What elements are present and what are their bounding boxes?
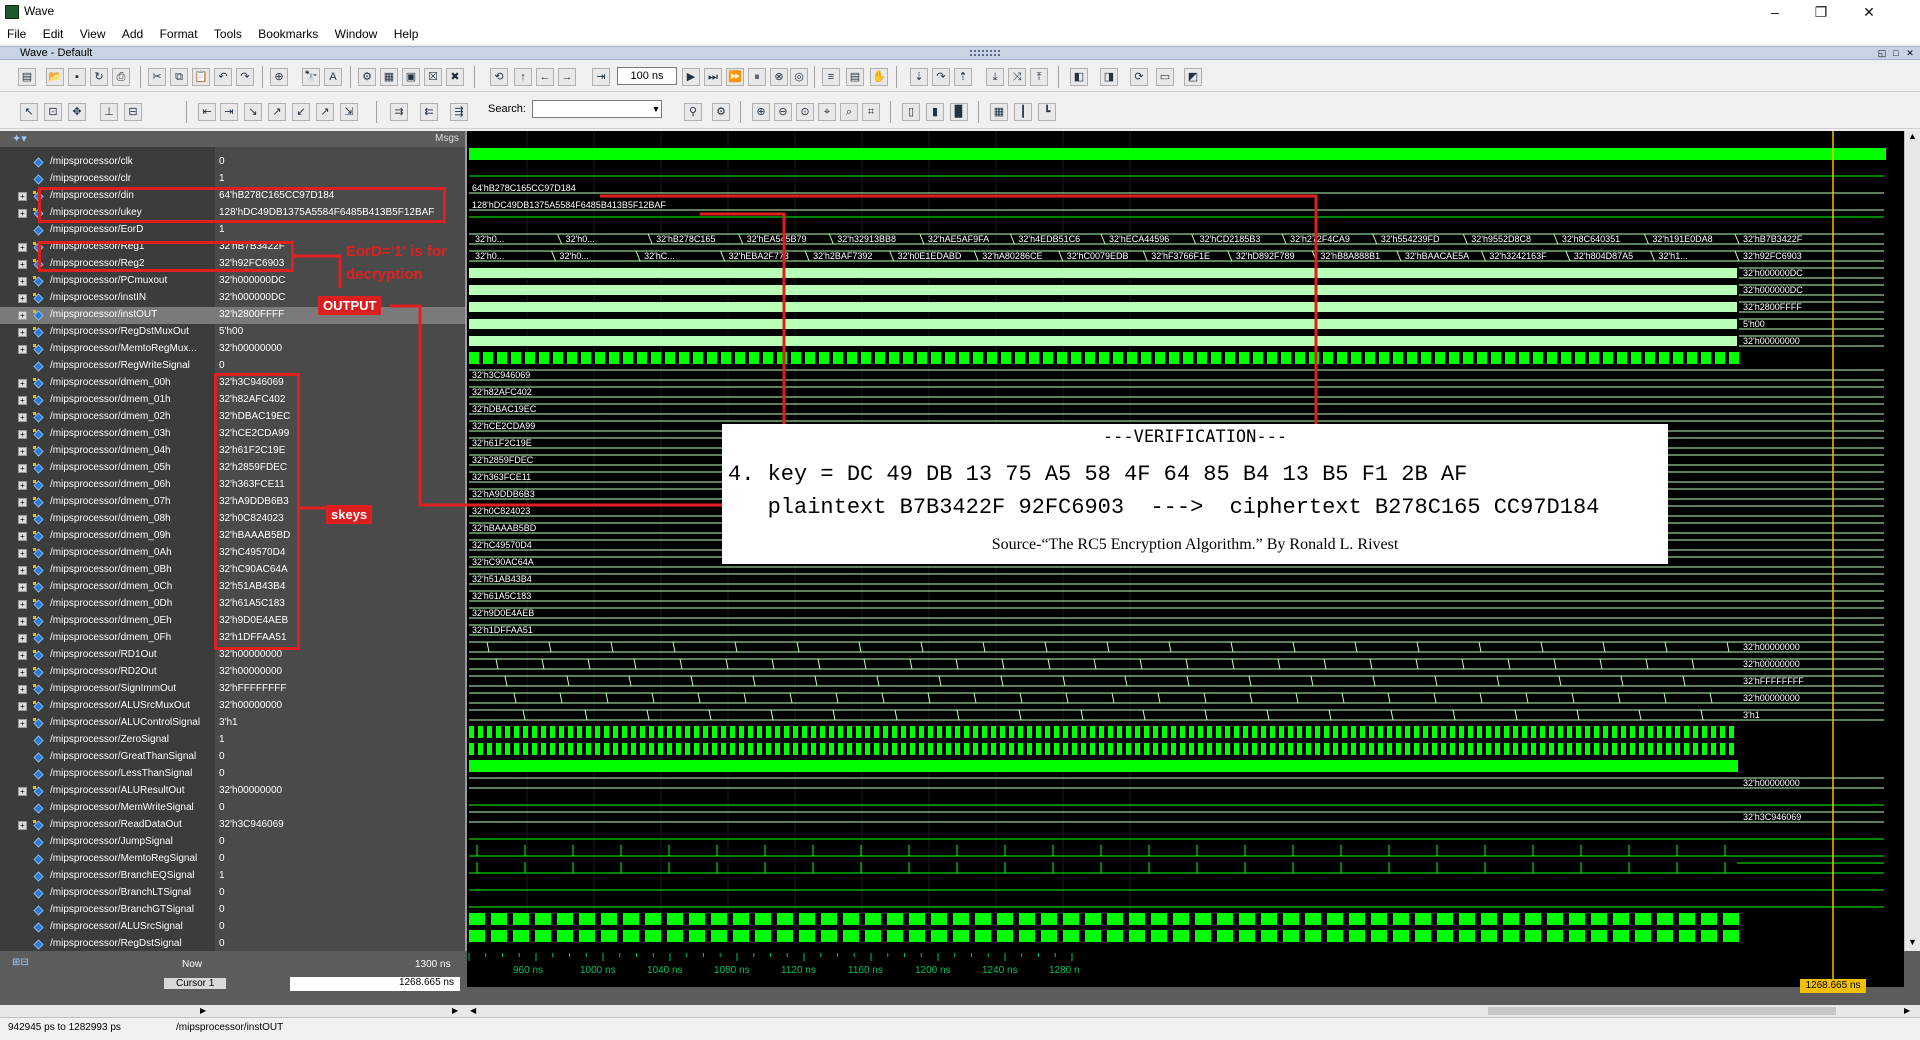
cursor-name[interactable]: Cursor 1 <box>164 978 227 989</box>
cursor-value[interactable]: 1268.665 ns <box>290 977 460 991</box>
cursor-time-flag[interactable]: 1268.665 ns <box>1800 979 1866 993</box>
cursor-tools-icon[interactable]: ⊞⊟ <box>12 957 29 968</box>
axis-tick-label: 1280 n <box>1049 965 1080 976</box>
line-din-to-verif <box>600 194 1318 424</box>
axis-tick-label: 960 ns <box>513 965 543 976</box>
now-label: Now <box>182 959 203 970</box>
verification-panel: ---VERIFICATION--- 4. key = DC 49 DB 13 … <box>722 424 1668 564</box>
time-axis: 960 ns 1000 ns 1040 ns 1080 ns 1120 ns 1160 n… <box>467 951 1904 987</box>
verification-source: Source-“The RC5 Encryption Algorithm.” B… <box>991 536 1399 553</box>
status-time-range: 942945 ps to 1282993 ps <box>8 1022 121 1033</box>
status-selected-signal: /mipsprocessor/instOUT <box>176 1022 284 1033</box>
value-scroll-right-icon[interactable]: ▶ <box>452 1006 462 1016</box>
axis-tick-label: 1240 ns <box>982 965 1018 976</box>
status-bar: 942945 ps to 1282993 ps /mipsprocessor/i… <box>0 1017 1920 1040</box>
wave-scroll-right-icon[interactable]: ▶ <box>1904 1006 1914 1016</box>
axis-tick-label: 1000 ns <box>580 965 616 976</box>
axis-tick-label: 1120 ns <box>781 965 816 976</box>
name-scroll-right-icon[interactable]: ▶ <box>200 1006 210 1016</box>
axis-tick-label: 1200 ns <box>915 965 951 976</box>
line-ukey-to-verif <box>700 212 786 424</box>
axis-tick-label: 1160 ns <box>848 965 883 976</box>
wave-scroll-thumb[interactable] <box>1488 1007 1836 1015</box>
horizontal-scrollbar[interactable]: ▶ ▶ ◀ ▶ <box>0 1005 1920 1017</box>
axis-tick-label: 1080 ns <box>714 965 750 976</box>
now-value: 1300 ns <box>415 959 451 970</box>
axis-tick-label: 1040 ns <box>647 965 683 976</box>
verification-key-line: 4. key = DC 49 DB 13 75 A5 58 4F 64 85 B… <box>728 462 1468 487</box>
verification-plaintext-line: plaintext B7B3422F 92FC6903 ---> ciphert… <box>728 495 1600 520</box>
verification-title: ---VERIFICATION--- <box>1102 427 1288 447</box>
line-reg-to-eord <box>294 254 342 288</box>
line-output-to-verif <box>390 304 722 507</box>
time-axis-canvas: 960 ns 1000 ns 1040 ns 1080 ns 1120 ns 1160 n… <box>468 951 1834 987</box>
wave-scroll-left-icon[interactable]: ◀ <box>470 1006 480 1016</box>
